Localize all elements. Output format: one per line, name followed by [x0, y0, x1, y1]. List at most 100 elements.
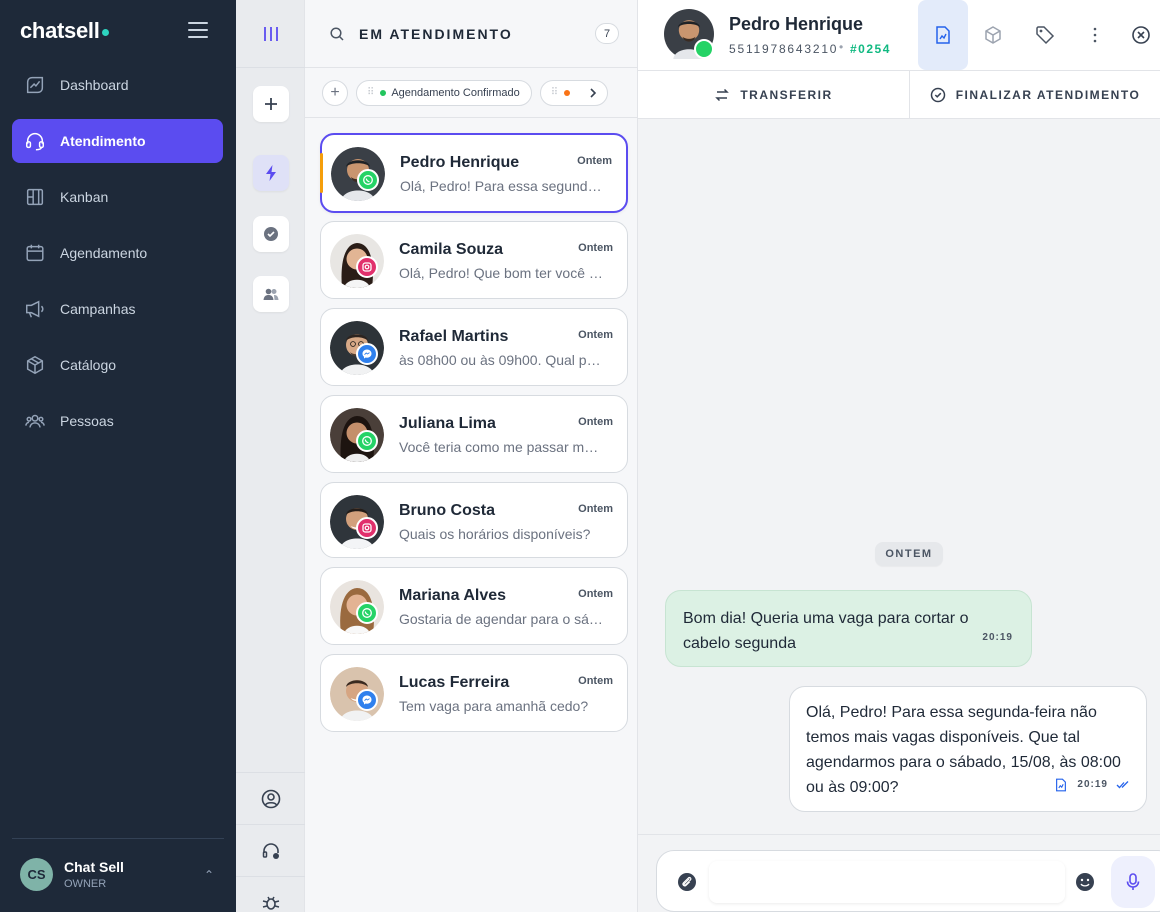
sidebar-item-kanban[interactable]: Kanban — [12, 175, 223, 219]
conversation-card[interactable]: Juliana Lima Ontem Você teria como me pa… — [320, 395, 628, 473]
box-icon — [985, 26, 1001, 44]
contact-name: Pedro Henrique — [729, 14, 864, 34]
finish-button[interactable]: FINALIZAR ATENDIMENTO — [910, 71, 1160, 119]
catalog-button[interactable] — [968, 0, 1018, 70]
user-role: OWNER — [64, 877, 107, 890]
message-preview: Olá, Pedro! Para essa segunda-feira não … — [400, 178, 605, 194]
add-filter-button[interactable]: + — [322, 79, 348, 106]
message-text: Bom dia! Queria uma vaga para cortar o c… — [683, 610, 969, 652]
columns-icon — [263, 26, 278, 41]
conversation-card[interactable]: Bruno Costa Ontem Quais os horários disp… — [320, 482, 628, 558]
whatsapp-icon — [357, 169, 379, 191]
drag-handle-icon[interactable]: ⠿ — [551, 87, 558, 98]
dashboard-icon — [26, 76, 44, 94]
finish-label: FINALIZAR ATENDIMENTO — [955, 88, 1141, 102]
list-title: EM ATENDIMENTO — [359, 25, 513, 42]
record-audio-button[interactable] — [1111, 856, 1155, 908]
more-options-button[interactable] — [1070, 0, 1120, 70]
transfer-icon — [715, 88, 730, 102]
chevron-up-icon: ⌃ — [203, 868, 214, 882]
chat-panel: Pedro Henrique 5511978643210 • #0254 TRA… — [638, 0, 1160, 912]
search-icon[interactable] — [329, 26, 345, 42]
avatar[interactable] — [664, 9, 714, 59]
columns-toggle[interactable] — [236, 0, 305, 68]
conversation-card[interactable]: Lucas Ferreira Ontem Tem vaga para amanh… — [320, 654, 628, 732]
conversation-cards: Pedro Henrique Ontem Olá, Pedro! Para es… — [320, 133, 628, 741]
filter-groups-button[interactable] — [253, 276, 289, 312]
lightning-icon — [266, 165, 276, 181]
conversation-card[interactable]: Mariana Alves Ontem Gostaria de agendar … — [320, 567, 628, 645]
message-preview: Tem vaga para amanhã cedo? — [399, 698, 589, 714]
report-button[interactable] — [918, 0, 968, 70]
sidebar-item-pessoas[interactable]: Pessoas — [12, 399, 223, 443]
user-menu[interactable]: CS Chat Sell OWNER ⌃ — [20, 856, 220, 892]
close-chat-button[interactable] — [1122, 0, 1160, 70]
chart-doc-icon — [1056, 778, 1067, 791]
sidebar-item-label: Agendamento — [60, 245, 148, 261]
conversation-time: Ontem — [578, 588, 613, 600]
outgoing-message: Olá, Pedro! Para essa segunda-feira não … — [789, 686, 1147, 812]
message-input[interactable] — [709, 861, 1065, 903]
group-icon — [263, 288, 279, 300]
sidebar-item-atendimento[interactable]: Atendimento — [12, 119, 223, 163]
profile-button[interactable] — [236, 772, 305, 824]
drag-handle-icon[interactable]: ⠿ — [367, 87, 374, 98]
conversation-card[interactable]: Camila Souza Ontem Olá, Pedro! Que bom t… — [320, 221, 628, 299]
attach-button[interactable] — [675, 870, 699, 894]
emoji-button[interactable] — [1073, 870, 1097, 894]
plus-icon: + — [330, 83, 340, 101]
sidebar-item-label: Atendimento — [60, 133, 146, 149]
whatsapp-icon — [356, 430, 378, 452]
instagram-icon — [356, 256, 378, 278]
composer — [638, 834, 1160, 912]
separator-dot: • — [839, 40, 844, 54]
sidebar-item-agendamento[interactable]: Agendamento — [12, 231, 223, 275]
sidebar-item-label: Campanhas — [60, 301, 136, 317]
transfer-label: TRANSFERIR — [740, 88, 833, 102]
headset-icon — [26, 133, 44, 151]
contact-name: Juliana Lima — [399, 415, 496, 432]
message-preview: às 08h00 ou às 09h00. Qual prefere? — [399, 352, 604, 368]
sidebar-item-label: Dashboard — [60, 77, 129, 93]
brand-logo[interactable]: chatsell — [20, 18, 109, 44]
chart-doc-icon — [936, 26, 950, 44]
sidebar-item-dashboard[interactable]: Dashboard — [12, 63, 223, 107]
filter-chip[interactable]: ⠿ — [539, 79, 608, 106]
conversation-list-panel: EM ATENDIMENTO 7 + ⠿ Agendamento Confirm… — [305, 0, 638, 912]
sidebar-item-label: Pessoas — [60, 413, 114, 429]
chevron-right-icon[interactable] — [587, 87, 599, 99]
filter-chip-label: Agendamento Confirmado — [391, 86, 520, 99]
box-icon — [26, 355, 44, 375]
check-circle-icon — [930, 87, 945, 103]
sidebar-item-campanhas[interactable]: Campanhas — [12, 287, 223, 331]
megaphone-icon — [26, 300, 44, 318]
tag-button[interactable] — [1020, 0, 1070, 70]
double-check-icon — [1116, 780, 1129, 788]
agent-status-button[interactable] — [236, 824, 305, 876]
filter-active-button[interactable] — [253, 155, 289, 191]
message-preview: Você teria como me passar mais informaçõ… — [399, 439, 604, 455]
transfer-button[interactable]: TRANSFERIR — [638, 71, 910, 119]
whatsapp-icon — [694, 39, 714, 59]
whatsapp-icon — [356, 602, 378, 624]
conversation-time: Ontem — [578, 329, 613, 341]
conversation-time: Ontem — [578, 675, 613, 687]
sidebar-item-catalogo[interactable]: Catálogo — [12, 343, 223, 387]
conversation-card[interactable]: Rafael Martins Ontem às 08h00 ou às 09h0… — [320, 308, 628, 386]
status-dot-icon — [564, 89, 571, 96]
headset-status-icon — [262, 842, 279, 859]
paperclip-icon — [678, 873, 696, 891]
conversation-card[interactable]: Pedro Henrique Ontem Olá, Pedro! Para es… — [320, 133, 628, 213]
new-conversation-button[interactable] — [253, 86, 289, 122]
user-name: Chat Sell — [64, 858, 124, 875]
main-sidebar: chatsell Dashboard Atendimento Kanban Ag… — [0, 0, 236, 912]
filter-done-button[interactable] — [253, 216, 289, 252]
conversation-time: Ontem — [578, 242, 613, 254]
menu-toggle-icon[interactable] — [188, 22, 208, 40]
ticket-id: #0254 — [850, 42, 891, 56]
incoming-message: Bom dia! Queria uma vaga para cortar o c… — [665, 590, 1032, 667]
message-time: 20:19 — [982, 632, 1013, 643]
debug-button[interactable] — [236, 876, 305, 912]
filter-chip[interactable]: ⠿ Agendamento Confirmado — [356, 79, 532, 106]
sidebar-nav: Dashboard Atendimento Kanban Agendamento… — [12, 63, 223, 455]
